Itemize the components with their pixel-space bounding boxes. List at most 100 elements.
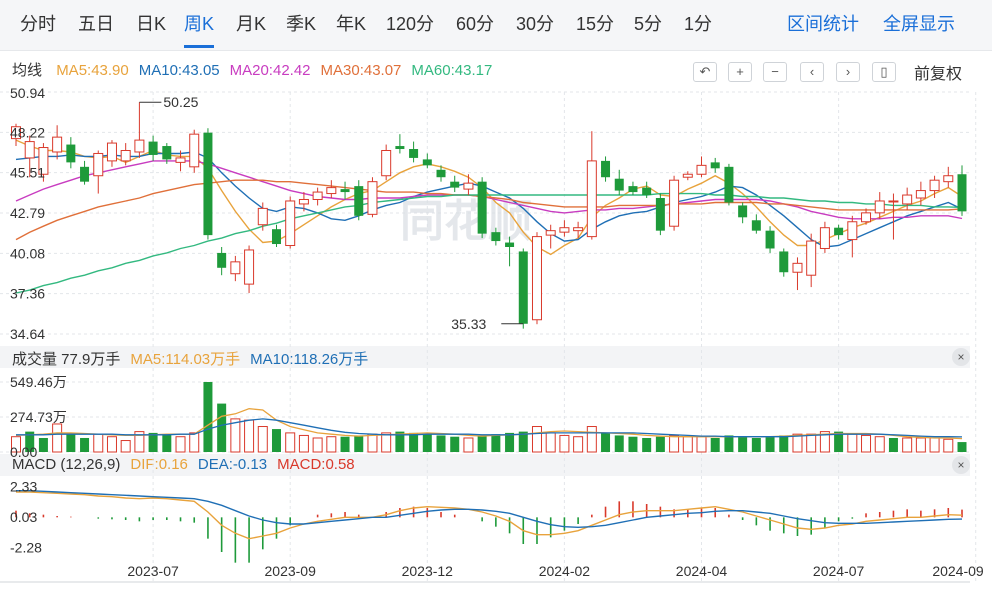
volume-bar	[902, 437, 913, 453]
candle-body	[134, 139, 145, 153]
price-tick-label: 42.79	[10, 205, 45, 221]
annotation-high: 50.25	[163, 94, 198, 110]
volume-bar	[531, 426, 542, 453]
candle-body	[340, 189, 350, 193]
volume-tick-label: 274.73万	[10, 409, 67, 425]
candle-body	[491, 232, 501, 242]
candle-body	[710, 162, 720, 169]
stock-chart[interactable]: 同花顺 50.94 48.22 45.51 42.79 40.08 37.36 34.64 50…	[0, 0, 992, 604]
volume-bar	[120, 440, 131, 453]
candle-body	[738, 205, 748, 218]
volume-tick-label: 0.00	[10, 444, 37, 460]
candle-body	[861, 212, 872, 223]
watermark: 同花顺	[400, 197, 532, 246]
candle-body	[93, 152, 104, 177]
candle-body	[792, 262, 803, 273]
macd-dif-line	[16, 491, 963, 540]
volume-bar	[244, 419, 255, 453]
price-tick-label: 37.36	[10, 286, 45, 302]
volume-bar	[943, 438, 954, 453]
candle-body	[257, 207, 268, 226]
candle-body	[765, 230, 775, 249]
volume-bar	[422, 434, 432, 452]
candle-body	[573, 227, 584, 232]
candle-body	[902, 194, 913, 205]
volume-bar	[957, 442, 967, 452]
volume-bar	[655, 436, 665, 452]
volume-bar	[106, 436, 117, 453]
candle-body	[66, 144, 76, 163]
candle-body	[779, 251, 789, 273]
volume-bar	[915, 437, 926, 453]
volume-bar	[175, 436, 186, 453]
volume-bar	[271, 429, 281, 452]
candle-body	[381, 149, 392, 177]
candle-body	[148, 141, 158, 155]
volume-bar	[367, 433, 378, 453]
volume-tick-label: 549.46万	[10, 374, 67, 390]
candle-body	[518, 251, 528, 324]
candle-body	[614, 178, 624, 191]
candle-body	[751, 220, 761, 231]
price-tick-label: 40.08	[10, 245, 45, 261]
x-tick-label: 2023-07	[127, 563, 179, 579]
candle-body	[217, 252, 227, 268]
volume-bar	[312, 437, 323, 453]
volume-bar	[436, 435, 446, 452]
candle-body	[120, 149, 131, 162]
candle-body	[628, 186, 638, 193]
volume-bar	[601, 432, 611, 452]
candle-body	[312, 191, 323, 200]
x-tick-label: 2024-07	[813, 563, 865, 579]
candle-body	[669, 179, 680, 227]
volume-bar	[381, 432, 392, 453]
volume-bar	[545, 432, 556, 453]
x-tick-label: 2023-09	[265, 563, 317, 579]
price-tick-label: 34.64	[10, 326, 45, 342]
volume-bar	[669, 434, 680, 453]
volume-bar	[874, 436, 885, 453]
candle-body	[24, 141, 35, 159]
volume-bar	[38, 437, 48, 452]
volume-bar	[929, 437, 940, 453]
candle-body	[682, 173, 693, 178]
volume-bar	[491, 434, 501, 452]
candle-body	[80, 166, 90, 182]
x-tick-label: 2024-04	[676, 563, 728, 579]
candle-body	[505, 242, 515, 247]
candle-body	[806, 240, 817, 276]
volume-bar	[586, 426, 597, 453]
candle-body	[367, 181, 378, 215]
candle-body	[847, 221, 858, 241]
candle-body	[175, 157, 186, 163]
candle-body	[354, 186, 364, 216]
candle-body	[450, 181, 460, 188]
macd-tick-label: -2.28	[10, 540, 42, 556]
candle-body	[203, 132, 213, 236]
x-tick-label: 2023-12	[402, 563, 454, 579]
volume-bar	[66, 434, 76, 452]
candle-body	[601, 160, 611, 178]
price-tick-label: 48.22	[10, 124, 45, 140]
candle-body	[244, 249, 255, 285]
volume-bar	[477, 435, 487, 452]
volume-bar	[298, 434, 309, 453]
candle-body	[696, 164, 707, 175]
volume-bar	[642, 437, 652, 452]
volume-bar	[93, 433, 104, 453]
annotation-low: 35.33	[451, 316, 486, 332]
volume-bar	[285, 432, 296, 453]
candle-body	[52, 136, 63, 153]
volume-bar	[450, 436, 460, 452]
candle-body	[271, 229, 281, 245]
candle-body	[395, 146, 405, 150]
volume-bar	[628, 436, 638, 452]
candle-body	[326, 187, 337, 195]
candle-body	[655, 198, 665, 231]
volume-bar	[257, 426, 268, 453]
candle-body	[819, 227, 830, 249]
candle-body	[531, 236, 542, 321]
volume-bar	[326, 436, 337, 453]
candle-body	[559, 227, 570, 233]
volume-bar	[765, 436, 775, 452]
